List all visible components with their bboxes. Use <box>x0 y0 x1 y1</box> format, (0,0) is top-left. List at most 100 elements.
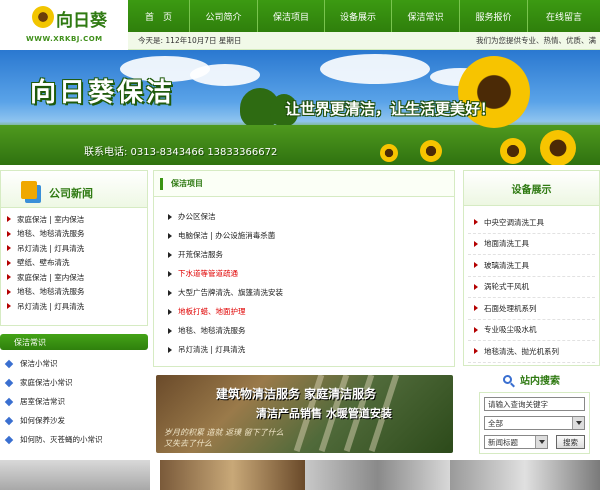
arrow-icon <box>168 346 172 353</box>
cloud-shape <box>190 64 260 86</box>
nav-services[interactable]: 保洁项目 <box>258 0 325 32</box>
search-panel: 全部 新闻标题 搜索 <box>479 392 590 454</box>
tips-list: 保洁小常识 家庭保洁小常识 居室保洁常识 如何保养沙发 如何防、灭苍蝇的小常识 <box>0 350 148 453</box>
news-item[interactable]: 家庭保洁 | 室内保洁 <box>7 212 141 227</box>
info-bar: 今天是: 112年10月7日 星期日 我们为您提供专业、热情、优质、满 <box>128 32 600 50</box>
promo-line-2: 清洁产品销售 水暖管道安装 <box>256 407 392 420</box>
promo-line-1: 建筑物清洁服务 家庭清洁服务 <box>216 387 377 401</box>
service-item-highlight[interactable]: 地板打蜡、地面护理 <box>168 302 440 321</box>
service-item[interactable]: 办公区保洁 <box>168 207 440 226</box>
photo-gap <box>150 460 160 490</box>
arrow-icon <box>474 326 478 333</box>
arrow-icon <box>168 308 172 315</box>
news-item[interactable]: 壁纸、壁布清洗 <box>7 256 141 271</box>
service-item[interactable]: 大型广告牌清洗、旗篷清洗安装 <box>168 283 440 302</box>
category-select[interactable]: 全部 <box>484 416 585 430</box>
arrow-icon <box>168 232 172 239</box>
arrow-icon <box>7 230 11 237</box>
tips-item[interactable]: 居室保洁常识 <box>4 392 142 411</box>
news-item[interactable]: 吊灯清洗 | 灯具清洗 <box>7 299 141 314</box>
promo-banner[interactable]: 建筑物清洁服务 家庭清洁服务 清洁产品销售 水暖管道安装 岁月的积累 造就 返璞… <box>156 375 453 453</box>
equipment-title: 设备展示 <box>463 170 600 206</box>
right-sidebar: 设备展示 中央空调清洗工具 地面清洗工具 玻璃清洗工具 涡轮式干风机 石面处理机… <box>463 170 600 454</box>
arrow-icon <box>474 219 478 226</box>
equipment-item[interactable]: 地毯清洗、抛光机系列 <box>468 341 595 363</box>
photo-thumb[interactable] <box>450 460 600 490</box>
search-row: 新闻标题 搜索 <box>484 435 585 449</box>
equipment-item[interactable]: 玻璃清洗工具 <box>468 255 595 277</box>
photo-thumb[interactable] <box>0 460 150 490</box>
bullet-icon <box>4 397 14 406</box>
arrow-icon <box>168 289 172 296</box>
service-item-highlight[interactable]: 下水道等管道疏通 <box>168 264 440 283</box>
services-list: 办公区保洁 电脑保洁 | 办公设施消毒杀菌 开荒保洁服务 下水道等管道疏通 大型… <box>153 197 455 367</box>
nav-equipment[interactable]: 设备展示 <box>325 0 392 32</box>
tips-item[interactable]: 保洁小常识 <box>4 354 142 373</box>
news-list: 家庭保洁 | 室内保洁 地毯、地毯清洗服务 吊灯清洗 | 灯具清洗 壁纸、壁布清… <box>0 208 148 326</box>
service-item[interactable]: 吊灯清洗 | 灯具清洗 <box>168 340 440 359</box>
equipment-item[interactable]: 涡轮式干风机 <box>468 277 595 298</box>
arrow-icon <box>474 262 478 269</box>
chevron-down-icon <box>572 417 584 429</box>
arrow-icon <box>474 348 478 355</box>
sunflower-image <box>420 140 442 162</box>
search-header: 站内搜索 <box>463 370 600 388</box>
tips-header[interactable]: 保洁常识 <box>0 334 148 350</box>
search-title: 站内搜索 <box>520 375 560 387</box>
nav-home[interactable]: 首 页 <box>128 0 190 32</box>
arrow-icon <box>7 216 11 223</box>
sunflower-image <box>540 130 576 165</box>
equipment-item[interactable]: 地面清洗工具 <box>468 234 595 255</box>
cloud-shape <box>320 54 430 84</box>
tagline-text: 我们为您提供专业、热情、优质、满 <box>476 36 596 45</box>
arrow-icon <box>7 303 11 310</box>
equipment-list: 中央空调清洗工具 地面清洗工具 玻璃清洗工具 涡轮式干风机 石面处理机系列 专业… <box>463 206 600 366</box>
photo-strip <box>0 460 600 490</box>
tips-item[interactable]: 家庭保洁小常识 <box>4 373 142 392</box>
photo-thumb[interactable] <box>160 460 305 490</box>
service-item[interactable]: 电脑保洁 | 办公设施消毒杀菌 <box>168 226 440 245</box>
equipment-item[interactable]: 专业吸尘吸水机 <box>468 320 595 341</box>
field-select[interactable]: 新闻标题 <box>484 435 548 449</box>
photo-thumb[interactable] <box>305 460 450 490</box>
tips-item[interactable]: 如何防、灭苍蝇的小常识 <box>4 430 142 449</box>
arrow-icon <box>474 305 478 312</box>
news-header: 公司新闻 <box>0 170 148 208</box>
service-item[interactable]: 开荒保洁服务 <box>168 245 440 264</box>
news-item[interactable]: 地毯、地毯清洗服务 <box>7 285 141 300</box>
left-sidebar: 公司新闻 家庭保洁 | 室内保洁 地毯、地毯清洗服务 吊灯清洗 | 灯具清洗 壁… <box>0 170 148 453</box>
search-icon <box>503 374 512 384</box>
logo[interactable]: 向日葵 WWW.XRKBJ.COM <box>0 0 128 50</box>
news-icon <box>21 181 37 199</box>
banner-slogan: 让世界更清洁，让生活更美好！ <box>285 100 496 118</box>
equipment-item[interactable]: 石面处理机系列 <box>468 298 595 320</box>
bullet-icon <box>4 378 14 387</box>
bullet-icon <box>4 435 14 444</box>
arrow-icon <box>168 327 172 334</box>
news-item[interactable]: 家庭保洁 | 室内保洁 <box>7 270 141 285</box>
equipment-item[interactable]: 中央空调清洗工具 <box>468 212 595 234</box>
nav-guestbook[interactable]: 在线留言 <box>528 0 600 32</box>
services-title: 保洁项目 <box>171 179 203 188</box>
search-button[interactable]: 搜索 <box>556 435 585 449</box>
banner-phone: 联系电话: 0313-8343466 13833366672 <box>84 147 278 158</box>
date-text: 今天是: 112年10月7日 星期日 <box>138 36 242 45</box>
main-nav: 首 页 公司简介 保洁项目 设备展示 保洁常识 服务报价 在线留言 <box>128 0 600 32</box>
nav-tips[interactable]: 保洁常识 <box>392 0 460 32</box>
news-item[interactable]: 吊灯清洗 | 灯具清洗 <box>7 241 141 256</box>
nav-pricing[interactable]: 服务报价 <box>460 0 528 32</box>
nav-about[interactable]: 公司简介 <box>190 0 258 32</box>
sunflower-image <box>380 144 398 162</box>
tips-item[interactable]: 如何保养沙发 <box>4 411 142 430</box>
sunflower-image <box>500 138 526 164</box>
services-header: 保洁项目 <box>153 170 455 197</box>
service-item[interactable]: 地毯、地毯清洗服务 <box>168 321 440 340</box>
promo-caption: 岁月的积累 造就 返璞 留下了什么 又失去了什么 <box>164 428 284 448</box>
arrow-icon <box>7 274 11 281</box>
header-bar <box>160 177 163 190</box>
news-item[interactable]: 地毯、地毯清洗服务 <box>7 227 141 242</box>
news-title: 公司新闻 <box>49 187 93 200</box>
arrow-icon <box>7 245 11 252</box>
search-input[interactable] <box>484 397 585 411</box>
arrow-icon <box>7 259 11 266</box>
